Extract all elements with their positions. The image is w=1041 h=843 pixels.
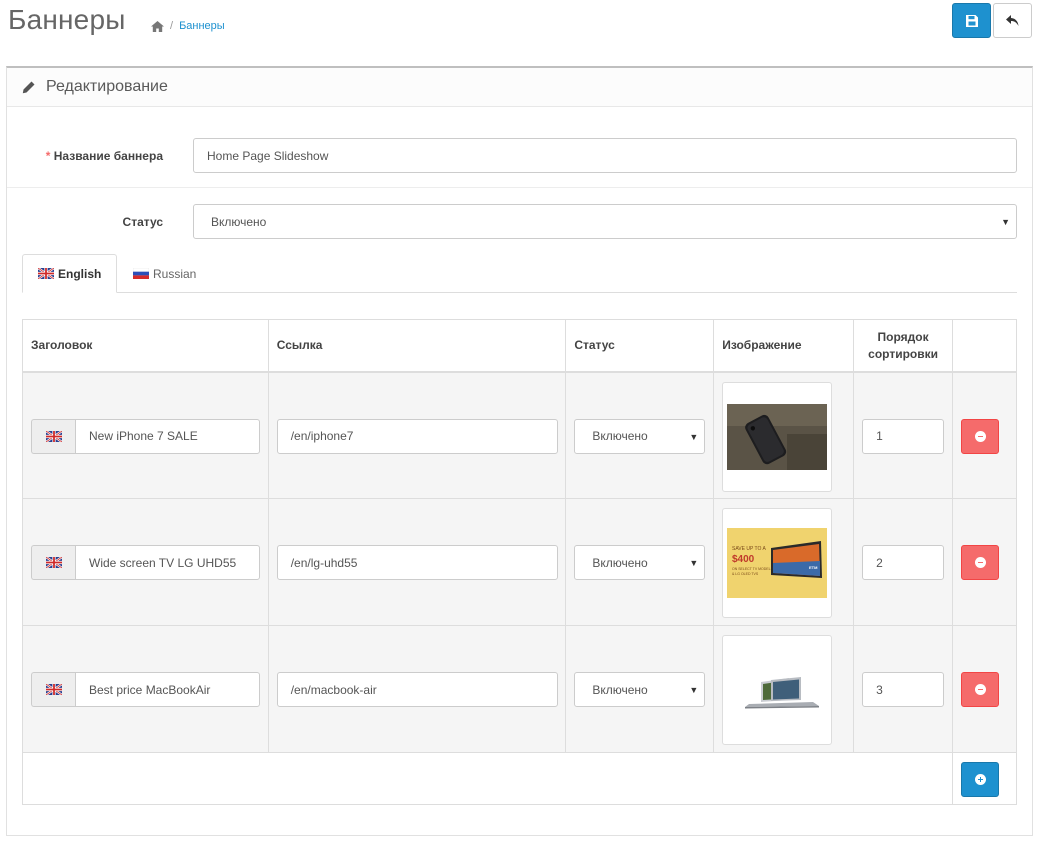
banner-image-thumbnail[interactable]: [722, 381, 833, 492]
iphone-photo: [727, 403, 828, 470]
panel-heading: Редактирование: [7, 68, 1032, 107]
link-input[interactable]: /en/lg-uhd55: [276, 545, 558, 580]
table-header-row: Заголовок Ссылка Статус Изображение Поря…: [22, 319, 1017, 373]
col-header-sort-line1: Порядок: [877, 330, 929, 345]
tv-promo-line1: SAVE UP TO A: [732, 546, 766, 552]
col-header-link: Ссылка: [267, 319, 567, 373]
status-select-value: Включено: [211, 214, 267, 229]
remove-row-button[interactable]: [961, 672, 1000, 707]
title-language-addon: [31, 418, 75, 454]
row-status-select[interactable]: Включено ▼: [574, 672, 706, 707]
uk-flag-icon: [45, 684, 62, 695]
table-footer-row: [21, 752, 1017, 805]
sort-order-input[interactable]: 2: [862, 545, 945, 580]
title-input-group: Best price MacBookAir: [31, 672, 260, 707]
banner-images-table: Заголовок Ссылка Статус Изображение Поря…: [21, 319, 1017, 805]
russia-flag-icon: [133, 268, 149, 279]
banner-name-label-text: Название баннера: [53, 149, 163, 163]
tab-english[interactable]: English: [22, 254, 117, 293]
banner-image-thumbnail[interactable]: [722, 635, 833, 745]
chevron-down-icon: ▼: [689, 431, 699, 442]
floppy-disk-icon: [965, 14, 978, 27]
col-header-actions: [952, 319, 1017, 373]
link-input[interactable]: /en/macbook-air: [276, 672, 558, 707]
uk-flag-icon: [45, 430, 62, 442]
required-mark: *: [45, 149, 51, 163]
title-input[interactable]: Wide screen TV LG UHD55: [75, 545, 260, 580]
banner-name-input[interactable]: Home Page Slideshow: [193, 138, 1017, 173]
table-row: Wide screen TV LG UHD55 /en/lg-uhd55 Вкл…: [22, 498, 1017, 626]
status-select[interactable]: Включено ▼: [193, 204, 1017, 239]
minus-circle-icon: [974, 684, 986, 695]
uk-flag-icon: [38, 268, 54, 279]
back-button[interactable]: [993, 3, 1032, 38]
minus-circle-icon: [974, 557, 986, 568]
home-icon[interactable]: [151, 20, 164, 32]
remove-row-button[interactable]: [961, 418, 1000, 454]
breadcrumb-separator: /: [170, 20, 174, 32]
table-row: Best price MacBookAir /en/macbook-air Вк…: [22, 625, 1017, 753]
panel-title: Редактирование: [46, 78, 168, 95]
save-button[interactable]: [952, 3, 991, 38]
minus-circle-icon: [974, 430, 986, 442]
tv-promo-amount: $400: [732, 554, 755, 565]
language-tabs: English Russian: [22, 254, 1017, 293]
tv-promo-line3: & LG OLED TVS: [732, 572, 759, 576]
col-header-title: Заголовок: [22, 319, 269, 373]
table-row: New iPhone 7 SALE /en/iphone7 Включено ▼: [22, 371, 1017, 499]
remove-row-button[interactable]: [961, 545, 1000, 580]
col-header-sort: Порядок сортировки: [853, 319, 954, 373]
col-header-sort-line2: сортировки: [868, 347, 938, 362]
link-input[interactable]: /en/iphone7: [276, 418, 558, 454]
tab-russian-label: Russian: [153, 266, 197, 281]
status-label: Статус: [122, 215, 163, 229]
row-status-value: Включено: [592, 555, 648, 570]
tab-russian[interactable]: Russian: [133, 254, 196, 293]
tab-english-label: English: [58, 266, 102, 281]
macbook-photo: [727, 660, 828, 720]
banner-image-thumbnail[interactable]: SAVE UP TO A $400 ON SELECT TV MODELS & …: [722, 508, 833, 618]
reply-arrow-icon: [1006, 14, 1019, 26]
row-status-select[interactable]: Включено ▼: [574, 545, 706, 580]
breadcrumb-banners-link[interactable]: Баннеры: [179, 20, 225, 32]
title-language-addon: [31, 545, 75, 580]
uk-flag-icon: [45, 557, 62, 568]
sort-order-input[interactable]: 3: [862, 672, 945, 707]
tv-promo-banner: SAVE UP TO A $400 ON SELECT TV MODELS & …: [727, 528, 828, 598]
chevron-down-icon: ▼: [1001, 217, 1010, 227]
status-row: Статус Включено ▼: [7, 204, 1032, 244]
page-title: Баннеры: [8, 4, 126, 35]
title-input[interactable]: New iPhone 7 SALE: [75, 418, 260, 454]
tv-promo-brand: ЕТМ: [809, 565, 818, 570]
row-status-value: Включено: [592, 429, 648, 443]
row-status-select[interactable]: Включено ▼: [574, 418, 706, 454]
chevron-down-icon: ▼: [689, 685, 699, 695]
tv-promo-line2: ON SELECT TV MODELS: [732, 567, 774, 571]
sort-order-input[interactable]: 1: [862, 418, 945, 454]
title-input-group: Wide screen TV LG UHD55: [31, 545, 260, 580]
title-language-addon: [31, 672, 75, 707]
row-status-value: Включено: [592, 682, 648, 697]
col-header-image: Изображение: [713, 319, 855, 373]
banner-name-row: * Название баннера Home Page Slideshow: [7, 138, 1032, 188]
edit-panel: Редактирование * Название баннера Home P…: [6, 66, 1033, 836]
title-input[interactable]: Best price MacBookAir: [75, 672, 260, 707]
breadcrumb: / Баннеры: [151, 20, 225, 32]
chevron-down-icon: ▼: [689, 558, 699, 568]
banner-name-label: * Название баннера: [46, 149, 163, 163]
col-header-status: Статус: [565, 319, 715, 373]
plus-circle-icon: [974, 774, 986, 785]
title-input-group: New iPhone 7 SALE: [31, 418, 260, 454]
pencil-icon: [22, 81, 35, 93]
add-image-row-button[interactable]: [961, 762, 1000, 797]
